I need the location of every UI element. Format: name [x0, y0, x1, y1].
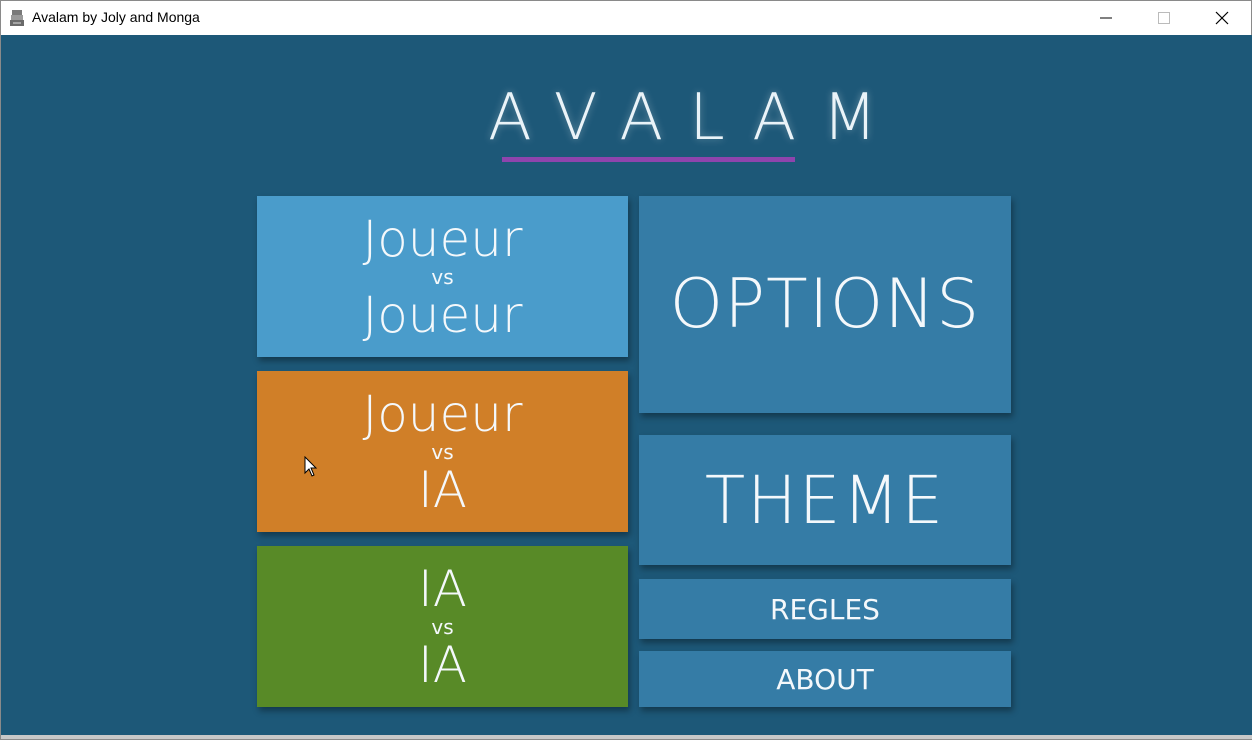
options-button[interactable]: OPTIONS	[639, 196, 1011, 413]
logo-underline	[502, 157, 795, 162]
minimize-icon	[1100, 17, 1112, 19]
mouse-cursor-icon	[304, 456, 318, 477]
theme-label: THEME	[704, 461, 946, 539]
pve-line2: IA	[418, 460, 467, 519]
app-icon	[9, 9, 25, 27]
eve-vs: vs	[431, 614, 454, 639]
title-bar[interactable]: Avalam by Joly and Monga	[1, 1, 1251, 35]
app-window: Avalam by Joly and Monga AVALAM Joueur v…	[0, 0, 1252, 740]
pvp-line2: Joueur	[362, 285, 523, 344]
eve-line2: IA	[418, 635, 467, 694]
theme-button[interactable]: THEME	[639, 435, 1011, 565]
window-bottom-border	[1, 735, 1252, 739]
window-title: Avalam by Joly and Monga	[32, 9, 200, 25]
main-menu: AVALAM Joueur vs Joueur Joueur vs IA IA …	[2, 35, 1252, 737]
maximize-icon	[1158, 12, 1170, 24]
ai-vs-ai-button[interactable]: IA vs IA	[257, 546, 628, 707]
game-logo: AVALAM	[488, 81, 904, 155]
pvp-line1: Joueur	[362, 209, 523, 268]
options-label: OPTIONS	[669, 265, 981, 344]
close-icon	[1215, 11, 1229, 25]
pvp-vs: vs	[431, 264, 454, 289]
pve-vs: vs	[431, 439, 454, 464]
about-label: ABOUT	[776, 662, 874, 696]
eve-line1: IA	[418, 559, 467, 618]
about-button[interactable]: ABOUT	[639, 651, 1011, 707]
player-vs-ai-button[interactable]: Joueur vs IA	[257, 371, 628, 532]
player-vs-player-button[interactable]: Joueur vs Joueur	[257, 196, 628, 357]
minimize-button[interactable]	[1077, 1, 1135, 35]
maximize-button[interactable]	[1135, 1, 1193, 35]
rules-button[interactable]: REGLES	[639, 579, 1011, 639]
rules-label: REGLES	[770, 592, 880, 626]
pve-line1: Joueur	[362, 384, 523, 443]
close-button[interactable]	[1193, 1, 1251, 35]
